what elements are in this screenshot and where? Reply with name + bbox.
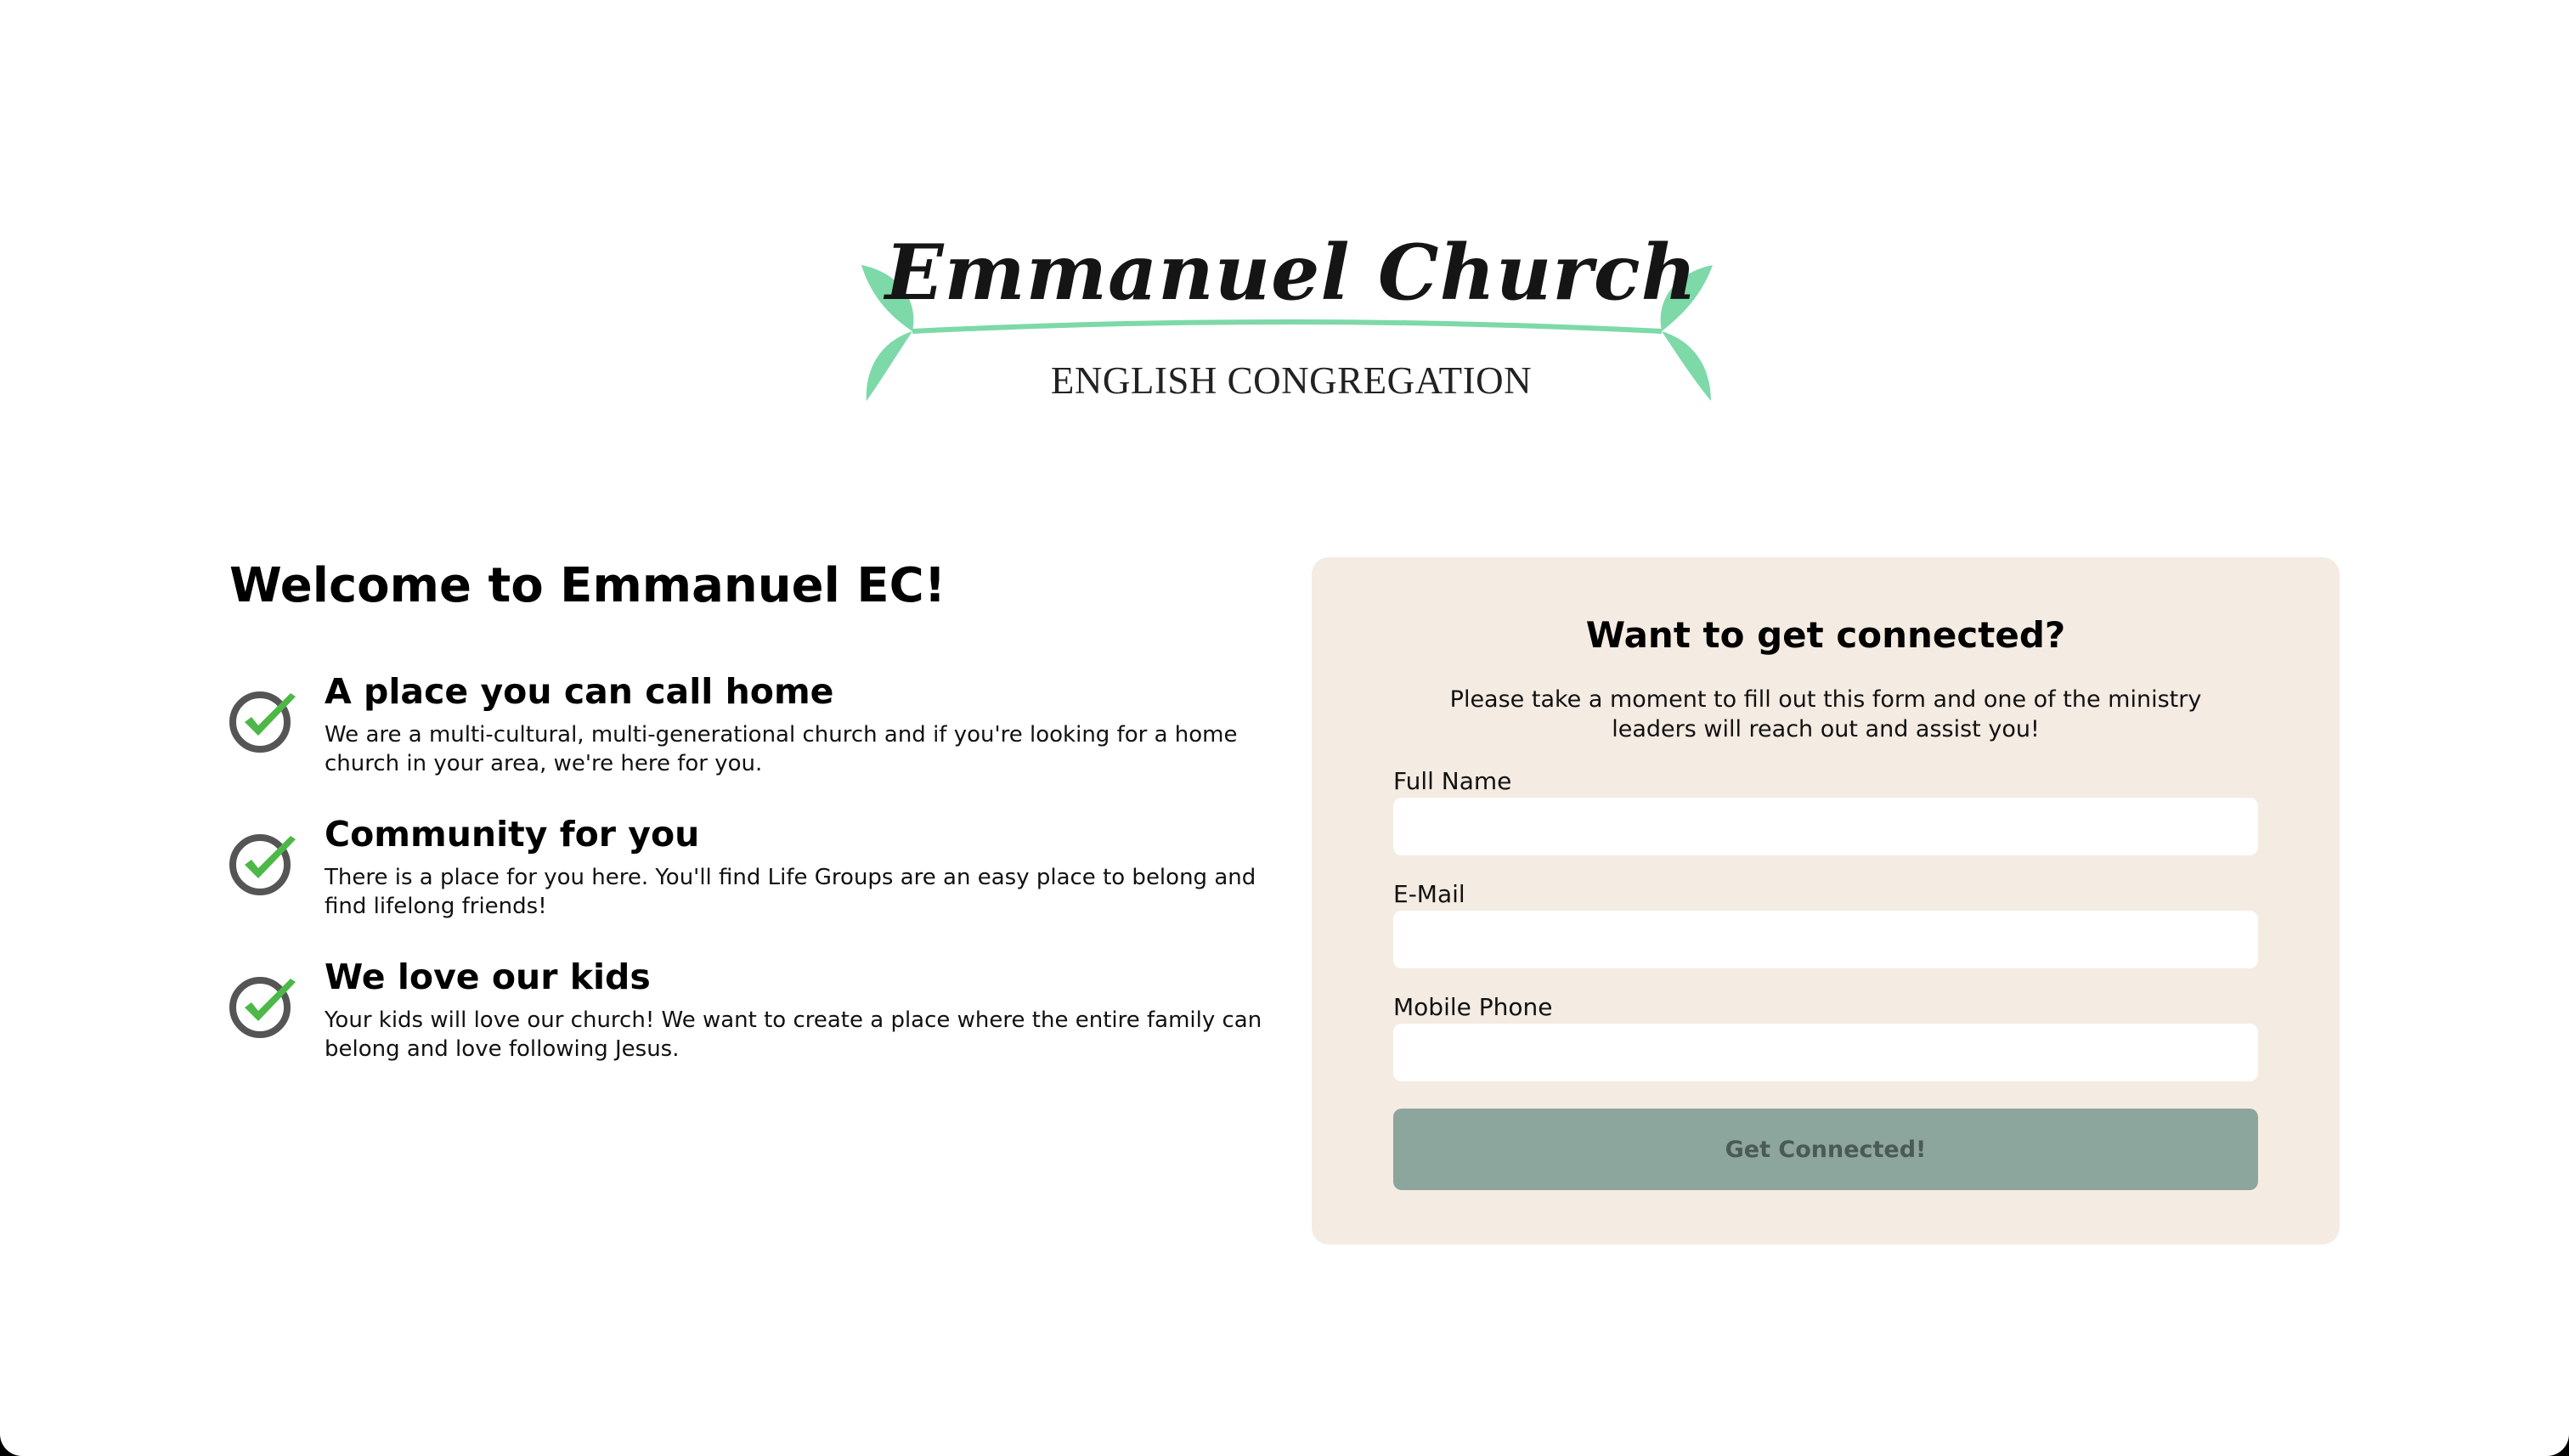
feature-title: We love our kids [325,957,651,997]
connect-form-card: Want to get connected? Please take a mom… [1312,557,2340,1244]
form-description: Please take a moment to fill out this fo… [1449,686,2202,742]
church-logo[interactable]: Emmanuel Church ENGLISH CONGREGATION [853,212,1719,416]
logo-title: Emmanuel Church [884,228,1698,318]
logo-subtitle: ENGLISH CONGREGATION [1050,359,1533,402]
page: Emmanuel Church ENGLISH CONGREGATION Wel… [0,0,2569,1456]
feature-title: Community for you [325,814,700,855]
check-icon [229,977,296,1038]
mobile-phone-input[interactable] [1393,1024,2258,1081]
full-name-input[interactable] [1393,798,2258,855]
feature-text: There is a place for you here. You'll fi… [325,865,1256,919]
email-label: E-Mail [1393,880,1465,908]
feature-title: A place you can call home [325,671,834,712]
email-input[interactable] [1393,911,2258,968]
feature-text: Your kids will love our church! We want … [325,1007,1262,1062]
feature-text: We are a multi-cultural, multi-generatio… [325,722,1238,776]
feature-item: Community for you There is a place for y… [229,809,1266,945]
get-connected-button[interactable]: Get Connected! [1393,1109,2258,1190]
form-title: Want to get connected? [1585,614,2066,656]
full-name-label: Full Name [1393,767,1512,795]
mobile-phone-label: Mobile Phone [1393,993,1553,1021]
check-icon [229,691,296,753]
feature-item: We love our kids Your kids will love our… [229,951,1266,1087]
check-icon [229,834,296,895]
feature-item: A place you can call home We are a multi… [229,666,1266,802]
welcome-title: Welcome to Emmanuel EC! [229,558,946,613]
